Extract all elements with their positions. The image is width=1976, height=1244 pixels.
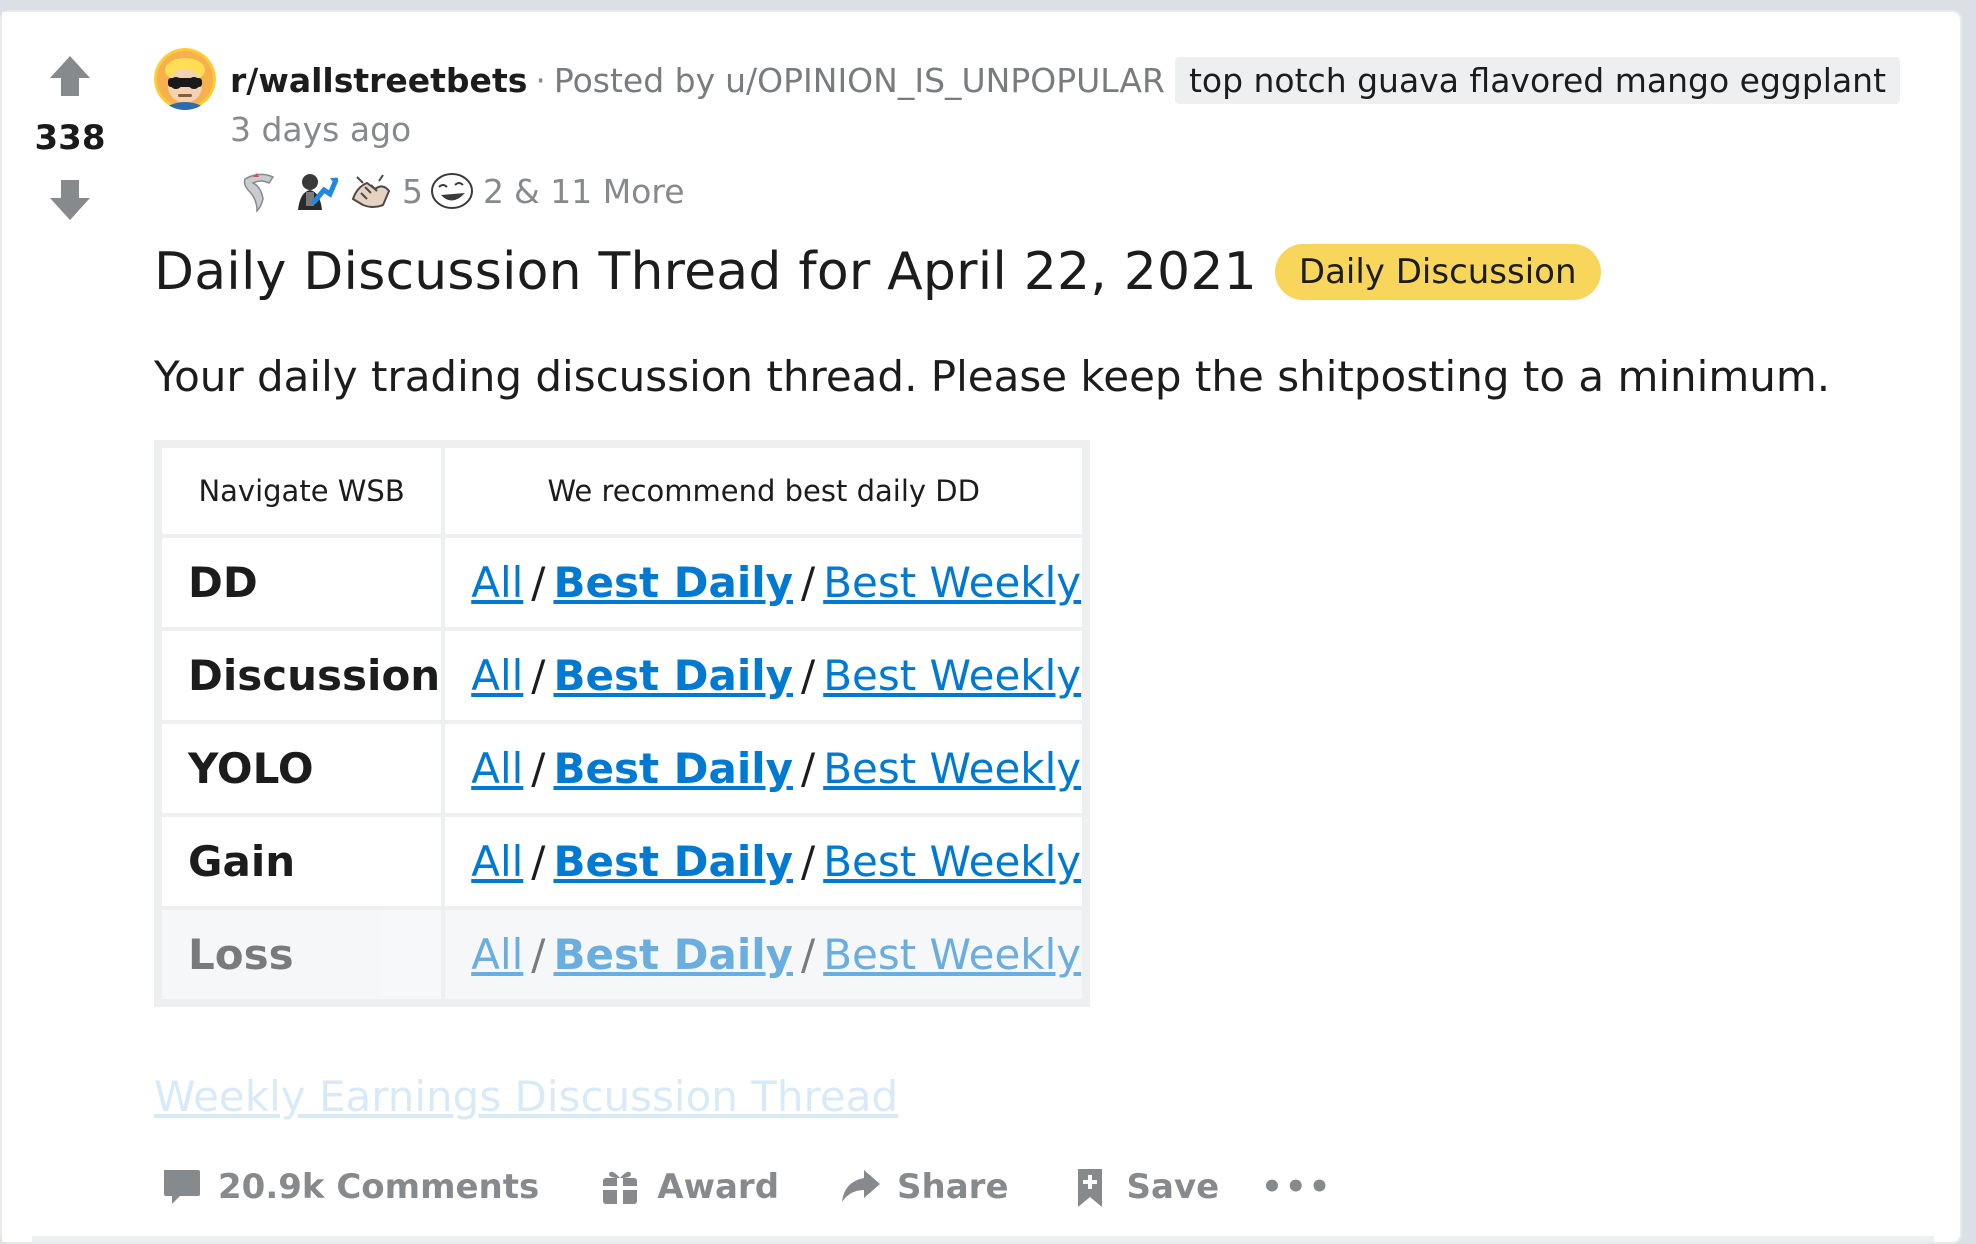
more-awards-link[interactable]: & 11 More (514, 172, 685, 211)
link-separator: / (531, 744, 546, 793)
link-separator: / (801, 558, 816, 607)
table-row-links: All / Best Daily / Best Weekly (445, 817, 1083, 906)
table-row: Gain All / Best Daily / Best Weekly (162, 817, 1083, 906)
link-all[interactable]: All (471, 930, 523, 979)
post-meta: r/wallstreetbets · Posted by u/OPINION_I… (230, 56, 1901, 104)
award-count-laughing: 2 (483, 171, 504, 211)
upvote-arrow-icon (50, 56, 90, 96)
link-all[interactable]: All (471, 744, 523, 793)
table-row-links: All / Best Daily / Best Weekly (445, 724, 1083, 813)
table-row-category: YOLO (162, 724, 442, 813)
post-card[interactable]: 338 r/wallstreetbets · Posted by u/OPINI… (0, 10, 1962, 1244)
table-row: Loss All / Best Daily / Best Weekly (162, 910, 1083, 999)
wallstreetbets-logo-icon (154, 48, 216, 110)
navigate-wsb-table: Navigate WSB We recommend best daily DD … (154, 440, 1091, 1007)
save-label: Save (1126, 1167, 1220, 1207)
upvote-button[interactable] (42, 48, 98, 104)
author-link[interactable]: u/OPINION_IS_UNPOPULAR (725, 61, 1165, 100)
table-row-category: Loss (162, 910, 442, 999)
vote-score: 338 (34, 118, 106, 158)
link-separator: / (531, 558, 546, 607)
subreddit-link[interactable]: r/wallstreetbets (230, 61, 527, 100)
table-row-category: Gain (162, 817, 442, 906)
posted-by-label: Posted by (553, 60, 716, 100)
silver-wings-award-icon[interactable] (234, 166, 284, 216)
comments-count-label: 20.9k Comments (218, 1167, 540, 1207)
weekly-earnings-link[interactable]: Weekly Earnings Discussion Thread (154, 1072, 898, 1121)
table-row: Discussion All / Best Daily / Best Weekly (162, 631, 1083, 720)
link-separator: / (531, 930, 546, 979)
link-best-weekly[interactable]: Best Weekly (823, 651, 1081, 700)
link-best-daily[interactable]: Best Daily (553, 558, 793, 607)
link-all[interactable]: All (471, 837, 523, 886)
link-best-daily[interactable]: Best Daily (553, 651, 793, 700)
table-header-recommend: We recommend best daily DD (445, 448, 1083, 534)
link-best-weekly[interactable]: Best Weekly (823, 744, 1081, 793)
award-label: Award (657, 1167, 780, 1207)
link-best-daily[interactable]: Best Daily (553, 837, 793, 886)
table-header-row: Navigate WSB We recommend best daily DD (162, 448, 1083, 534)
awards-row[interactable]: 5 2 & 11 More (234, 166, 685, 216)
more-options-button[interactable]: ••• (1261, 1167, 1332, 1207)
award-button[interactable]: Award (597, 1164, 779, 1210)
link-separator: / (531, 651, 546, 700)
share-label: Share (897, 1167, 1009, 1207)
post-title[interactable]: Daily Discussion Thread for April 22, 20… (154, 242, 1257, 302)
table-header-navigate: Navigate WSB (162, 448, 442, 534)
link-all[interactable]: All (471, 651, 523, 700)
link-separator: / (801, 930, 816, 979)
bookmark-plus-icon (1067, 1164, 1113, 1210)
post-actions-bar: 20.9k Comments Award Share Save ••• (158, 1164, 1332, 1210)
stonks-rising-award-icon[interactable] (290, 166, 340, 216)
award-count-handshake: 5 (402, 171, 423, 211)
handshake-award-icon[interactable] (346, 166, 396, 216)
link-best-daily[interactable]: Best Daily (553, 744, 793, 793)
link-separator: / (531, 837, 546, 886)
table-row-links: All / Best Daily / Best Weekly (445, 910, 1083, 999)
vote-column: 338 (2, 12, 138, 1242)
user-flair: top notch guava flavored mango eggplant (1174, 56, 1901, 104)
card-divider (32, 1236, 1934, 1242)
laughing-face-award-icon[interactable] (427, 166, 477, 216)
share-button[interactable]: Share (837, 1164, 1009, 1210)
table-row-links: All / Best Daily / Best Weekly (445, 538, 1083, 627)
subreddit-avatar[interactable] (154, 48, 216, 110)
link-all[interactable]: All (471, 558, 523, 607)
comment-bubble-icon (158, 1164, 204, 1210)
save-button[interactable]: Save (1067, 1164, 1220, 1210)
table-row-category: Discussion (162, 631, 442, 720)
table-row-category: DD (162, 538, 442, 627)
link-best-weekly[interactable]: Best Weekly (823, 558, 1081, 607)
link-separator: / (801, 837, 816, 886)
downvote-button[interactable] (42, 172, 98, 228)
link-separator: / (801, 651, 816, 700)
table-row: YOLO All / Best Daily / Best Weekly (162, 724, 1083, 813)
post-body-text: Your daily trading discussion thread. Pl… (154, 352, 1831, 401)
link-best-weekly[interactable]: Best Weekly (823, 930, 1081, 979)
gift-icon (597, 1164, 643, 1210)
link-best-daily[interactable]: Best Daily (553, 930, 793, 979)
share-arrow-icon (837, 1164, 883, 1210)
table-row-links: All / Best Daily / Best Weekly (445, 631, 1083, 720)
link-best-weekly[interactable]: Best Weekly (823, 837, 1081, 886)
meta-separator: · (535, 60, 546, 100)
post-timestamp[interactable]: 3 days ago (230, 110, 411, 149)
post-flair-badge[interactable]: Daily Discussion (1274, 244, 1601, 300)
comments-button[interactable]: 20.9k Comments (158, 1164, 539, 1210)
title-row: Daily Discussion Thread for April 22, 20… (154, 242, 1601, 302)
link-separator: / (801, 744, 816, 793)
table-row: DD All / Best Daily / Best Weekly (162, 538, 1083, 627)
downvote-arrow-icon (50, 180, 90, 220)
